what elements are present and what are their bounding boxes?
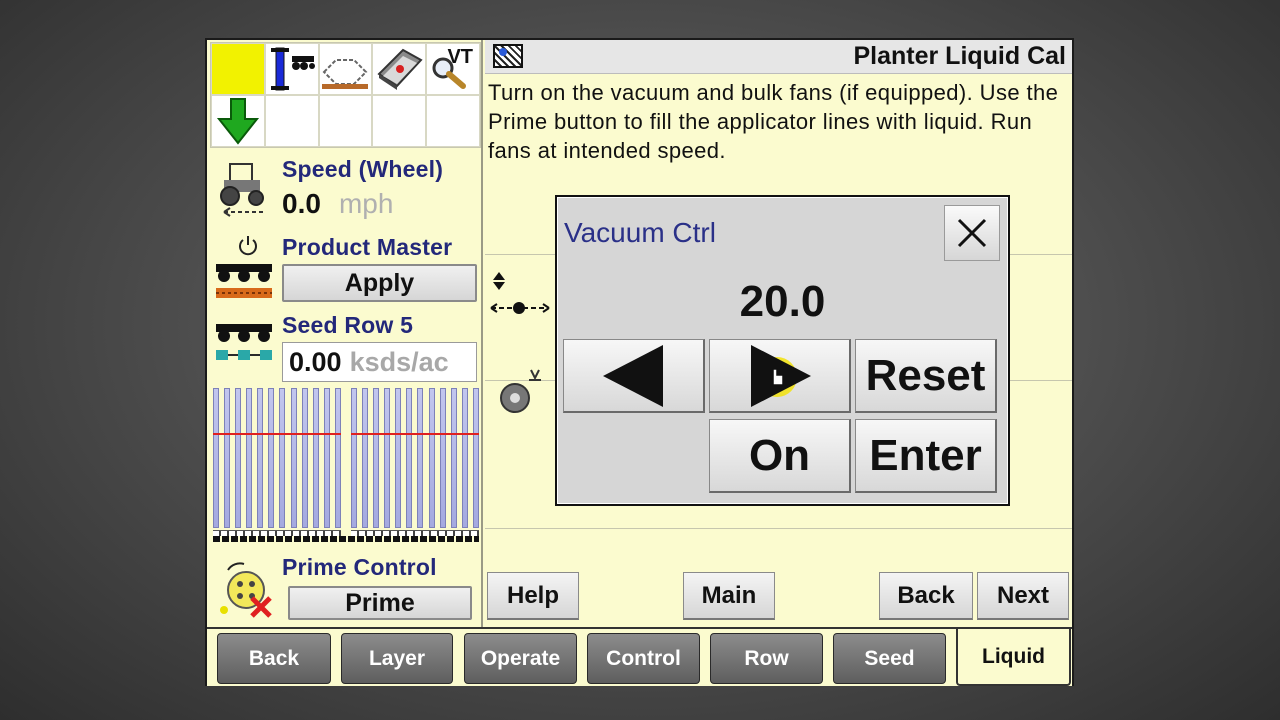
row-bar <box>279 388 286 528</box>
implement-position-icon <box>490 272 550 314</box>
help-button[interactable]: Help <box>487 572 579 620</box>
seed-rate-field[interactable]: 0.00 ksds/ac <box>282 342 477 382</box>
row-bar <box>461 388 468 528</box>
row-bar <box>290 388 297 528</box>
green-down-arrow-icon <box>216 98 259 145</box>
speed-unit: mph <box>338 188 394 219</box>
speed-label: Speed (Wheel) <box>282 156 444 182</box>
close-button[interactable] <box>944 205 1000 261</box>
planter-section-icon <box>270 47 315 91</box>
page-hatch-icon <box>493 44 523 68</box>
vacuum-value: 20.0 <box>739 277 826 326</box>
shortcut-planter-section[interactable] <box>264 43 319 95</box>
close-icon <box>957 218 987 248</box>
apply-button[interactable]: Apply <box>282 264 477 302</box>
row-bar <box>334 388 341 528</box>
row-bar <box>323 388 330 528</box>
seed-row-block: Seed Row 5 0.00 ksds/ac <box>210 308 481 384</box>
row-bar <box>351 388 357 528</box>
row-bar <box>312 388 319 528</box>
shortcut-grid: VT <box>210 42 481 148</box>
tab-seed[interactable]: Seed <box>833 633 946 684</box>
row-bar <box>257 388 264 528</box>
shortcut-boundary[interactable] <box>318 43 373 95</box>
seed-rate-unit: ksds/ac <box>349 346 449 377</box>
shortcut-empty-1 <box>264 95 319 147</box>
status-panel: VT Speed (Wheel) 0.0 mph Product Master … <box>207 40 483 627</box>
tab-layer[interactable]: Layer <box>341 633 453 684</box>
decrease-button[interactable] <box>563 339 705 413</box>
next-button[interactable]: Next <box>977 572 1069 620</box>
right-arrow-icon <box>750 344 811 407</box>
prime-button[interactable]: Prime <box>288 586 472 620</box>
prime-control-block: Prime Control Prime <box>210 550 481 624</box>
seed-flow-strip <box>213 536 479 542</box>
row-bar <box>373 388 380 528</box>
seed-rate-value: 0.00 <box>289 346 342 377</box>
shortcut-manual[interactable] <box>372 43 427 95</box>
row-bar <box>428 388 435 528</box>
tab-back[interactable]: Back <box>217 633 331 684</box>
tab-liquid[interactable]: Liquid <box>956 629 1071 686</box>
row-bar <box>395 388 402 528</box>
power-icon <box>239 236 257 256</box>
row-bar <box>224 388 231 528</box>
field-boundary-icon <box>322 59 369 89</box>
tab-bar: Back Layer Operate Control Row Seed Liqu… <box>207 627 1072 686</box>
seed-row-icon <box>216 324 272 360</box>
row-bar <box>301 388 308 528</box>
magnifier-icon <box>432 57 467 89</box>
shortcut-vt[interactable]: VT <box>426 43 480 95</box>
shortcut-empty-4 <box>426 95 480 147</box>
reset-button[interactable]: Reset <box>855 339 997 413</box>
tab-operate[interactable]: Operate <box>464 633 577 684</box>
prime-control-label: Prime Control <box>282 554 437 580</box>
row-bar <box>406 388 413 528</box>
shortcut-down[interactable] <box>211 95 265 147</box>
prime-off-icon <box>220 562 272 618</box>
shortcut-yellow-slot[interactable] <box>211 43 265 95</box>
row-bar <box>235 388 242 528</box>
row-bar-group-left <box>213 388 341 538</box>
row-bargraph <box>213 388 479 538</box>
back-footer-button[interactable]: Back <box>879 572 973 620</box>
row-bar <box>246 388 253 528</box>
row-bar <box>384 388 391 528</box>
shortcut-empty-2 <box>318 95 373 147</box>
speed-block: Speed (Wheel) 0.0 mph <box>210 152 481 222</box>
row-bar <box>439 388 446 528</box>
vacuum-ctrl-dialog: Vacuum Ctrl 20.0 Reset On Enter <box>555 195 1010 506</box>
row-bar <box>472 388 479 528</box>
target-rate-line <box>351 433 479 435</box>
product-master-block: Product Master Apply <box>210 226 481 306</box>
tab-row[interactable]: Row <box>710 633 823 684</box>
seed-row-label: Seed Row 5 <box>282 312 414 338</box>
page-title: Planter Liquid Cal <box>853 42 1066 70</box>
vacuum-fan-icon <box>500 369 541 413</box>
title-bar: Planter Liquid Cal <box>485 40 1072 74</box>
manual-book-icon <box>377 48 423 90</box>
row-bar <box>213 388 219 528</box>
speed-readout: 0.0 mph <box>282 188 393 220</box>
product-master-label: Product Master <box>282 234 453 260</box>
row-bar <box>362 388 369 528</box>
on-button[interactable]: On <box>709 419 851 493</box>
row-bar <box>268 388 275 528</box>
row-bar-group-right <box>351 388 479 538</box>
row-bar <box>417 388 424 528</box>
shortcut-empty-3 <box>372 95 427 147</box>
speed-value: 0.0 <box>282 188 321 219</box>
display-screen: VT Speed (Wheel) 0.0 mph Product Master … <box>205 38 1074 686</box>
tab-control[interactable]: Control <box>587 633 700 684</box>
increase-button[interactable] <box>709 339 851 413</box>
main-button[interactable]: Main <box>683 572 775 620</box>
row-bar <box>450 388 457 528</box>
target-rate-line <box>213 433 341 435</box>
dialog-title: Vacuum Ctrl <box>564 217 716 248</box>
left-arrow-icon <box>602 344 663 407</box>
enter-button[interactable]: Enter <box>855 419 997 493</box>
tractor-icon <box>220 163 264 217</box>
applicator-icon <box>216 264 272 298</box>
instructions-text: Turn on the vacuum and bulk fans (if equ… <box>488 80 1059 163</box>
